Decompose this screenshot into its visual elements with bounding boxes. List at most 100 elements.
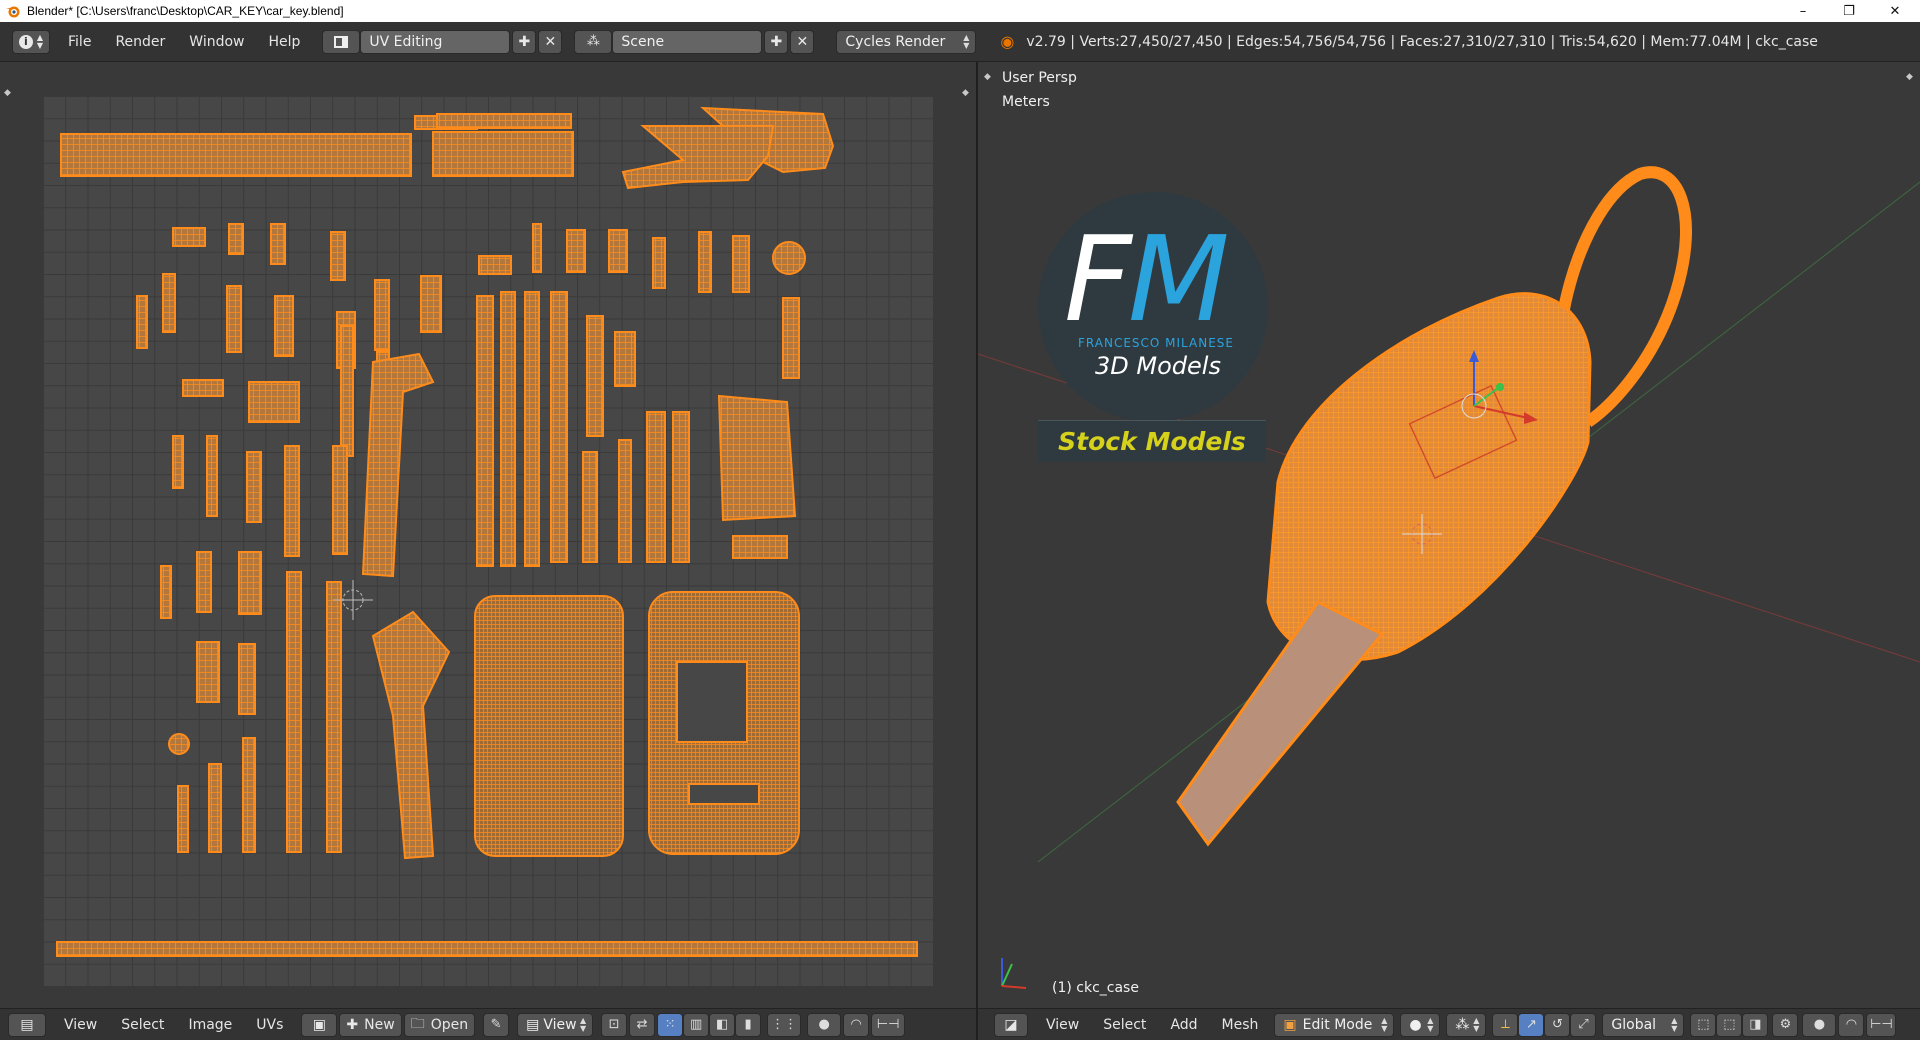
render-engine-dropdown[interactable]: Cycles Render ▲ ▼ xyxy=(836,29,977,54)
uv-island[interactable] xyxy=(238,551,262,615)
uv-island[interactable] xyxy=(332,445,348,555)
sync-selection-button[interactable]: ⇄ xyxy=(629,1012,656,1037)
falloff-button[interactable]: ◠ xyxy=(843,1012,870,1037)
snap-button[interactable]: ⊢⊣ xyxy=(1866,1012,1897,1037)
island-select-button[interactable]: ▮ xyxy=(735,1012,762,1037)
uv-island[interactable] xyxy=(160,565,172,619)
close-button[interactable]: ✕ xyxy=(1872,0,1918,22)
menu-view[interactable]: View xyxy=(1034,1017,1091,1033)
menu-select[interactable]: Select xyxy=(109,1017,176,1033)
uv-island[interactable] xyxy=(374,279,390,351)
uv-island[interactable] xyxy=(717,394,797,522)
uv-island[interactable] xyxy=(532,223,542,273)
region-toggle-arrow-icon[interactable]: ◆ xyxy=(962,88,969,98)
uv-canvas[interactable] xyxy=(43,96,933,986)
uv-island[interactable] xyxy=(228,223,244,255)
uv-island[interactable] xyxy=(772,241,806,275)
menu-file[interactable]: File xyxy=(56,34,103,50)
scene-field[interactable]: Scene xyxy=(612,29,763,54)
manipulator-toggle-button[interactable]: ⟂ xyxy=(1492,1012,1519,1037)
uv-island[interactable] xyxy=(420,275,442,333)
uv-island[interactable] xyxy=(500,291,516,567)
screen-layout-field[interactable]: UV Editing xyxy=(360,29,511,54)
add-layout-button[interactable]: ✚ xyxy=(512,29,537,54)
uv-island[interactable] xyxy=(436,113,572,129)
uv-island[interactable] xyxy=(371,610,451,860)
edge-select-button[interactable]: ▥ xyxy=(683,1012,710,1037)
translate-manipulator-button[interactable]: ↗ xyxy=(1518,1012,1545,1037)
key-blade-mesh[interactable] xyxy=(1176,600,1385,847)
uv-islands[interactable] xyxy=(43,96,933,986)
uv-image-editor[interactable]: ◆ ◆ xyxy=(0,62,976,1008)
uv-island[interactable] xyxy=(474,595,624,857)
sticky-mode-button[interactable]: ⋮⋮ xyxy=(767,1012,802,1037)
uv-island[interactable] xyxy=(476,295,494,567)
uv-island[interactable] xyxy=(478,255,512,275)
uv-island[interactable] xyxy=(608,229,628,273)
uv-island[interactable] xyxy=(246,451,262,523)
add-scene-button[interactable]: ✚ xyxy=(764,29,789,54)
uv-island[interactable] xyxy=(162,273,176,333)
uv-island[interactable] xyxy=(168,733,190,755)
uv-island[interactable] xyxy=(672,411,690,563)
uv-island[interactable] xyxy=(586,315,604,437)
menu-window[interactable]: Window xyxy=(177,34,256,50)
uv-island[interactable] xyxy=(646,411,666,563)
vertex-select-button[interactable]: ⬚ xyxy=(1690,1012,1717,1037)
uv-island[interactable] xyxy=(177,785,189,853)
uv-island[interactable] xyxy=(208,763,222,853)
uv-island[interactable] xyxy=(274,295,294,357)
vertex-select-button[interactable]: ⁙ xyxy=(657,1012,684,1037)
edge-select-button[interactable]: ⬚ xyxy=(1716,1012,1743,1037)
menu-select[interactable]: Select xyxy=(1091,1017,1158,1033)
face-select-button[interactable]: ◨ xyxy=(1742,1012,1769,1037)
uv-island[interactable] xyxy=(652,237,666,289)
y-arrow-icon[interactable] xyxy=(1496,383,1504,391)
menu-help[interactable]: Help xyxy=(256,34,312,50)
open-image-button[interactable]: 🗀 Open xyxy=(403,1012,476,1037)
new-image-button[interactable]: ✚ New xyxy=(339,1012,402,1037)
uv-island[interactable] xyxy=(698,231,712,293)
snap-button[interactable]: ⊢⊣ xyxy=(871,1012,906,1037)
uv-island[interactable] xyxy=(284,445,300,557)
orientation-dropdown[interactable]: Global ▲ ▼ xyxy=(1602,1012,1685,1037)
uv-island[interactable] xyxy=(56,941,918,957)
uv-island[interactable] xyxy=(196,551,212,613)
uv-island[interactable] xyxy=(172,227,206,247)
uv-island[interactable] xyxy=(172,435,184,489)
menu-add[interactable]: Add xyxy=(1158,1017,1209,1033)
uv-island[interactable] xyxy=(286,571,302,853)
uv-island[interactable] xyxy=(432,131,574,177)
image-browse-button[interactable]: ▣ xyxy=(301,1012,338,1037)
pivot-button[interactable]: ⊡ xyxy=(601,1012,628,1037)
uv-island[interactable] xyxy=(566,229,586,273)
screen-layout-button[interactable] xyxy=(322,29,361,54)
editor-type-info-button[interactable]: i ▲ ▼ xyxy=(12,29,50,54)
uv-island[interactable] xyxy=(618,439,632,563)
scale-manipulator-button[interactable]: ⤢ xyxy=(1570,1012,1597,1037)
uv-island[interactable] xyxy=(782,297,800,379)
mode-dropdown[interactable]: ▣ Edit Mode ▲ ▼ xyxy=(1274,1012,1395,1037)
menu-render[interactable]: Render xyxy=(103,34,177,50)
uv-island[interactable] xyxy=(732,235,750,293)
uv-island[interactable] xyxy=(550,291,568,563)
uv-island[interactable] xyxy=(330,231,346,281)
uv-island[interactable] xyxy=(206,435,218,517)
rotate-manipulator-button[interactable]: ↺ xyxy=(1544,1012,1571,1037)
menu-uvs[interactable]: UVs xyxy=(244,1017,295,1033)
uv-island[interactable] xyxy=(196,641,220,703)
uv-island[interactable] xyxy=(136,295,148,349)
face-select-button[interactable]: ◧ xyxy=(709,1012,736,1037)
uv-island[interactable] xyxy=(238,643,256,715)
uv-island[interactable] xyxy=(582,451,598,563)
uv-island[interactable] xyxy=(732,535,788,559)
uv-island[interactable] xyxy=(226,285,242,353)
pin-button[interactable]: ✎ xyxy=(483,1012,510,1037)
region-toggle-arrow-icon[interactable]: ◆ xyxy=(4,88,11,98)
scene-browse-button[interactable]: ⁂ xyxy=(574,29,613,54)
delete-layout-button[interactable]: ✕ xyxy=(538,29,563,54)
menu-view[interactable]: View xyxy=(52,1017,109,1033)
uv-island[interactable] xyxy=(614,331,636,387)
uv-island[interactable] xyxy=(621,125,775,190)
delete-scene-button[interactable]: ✕ xyxy=(790,29,815,54)
